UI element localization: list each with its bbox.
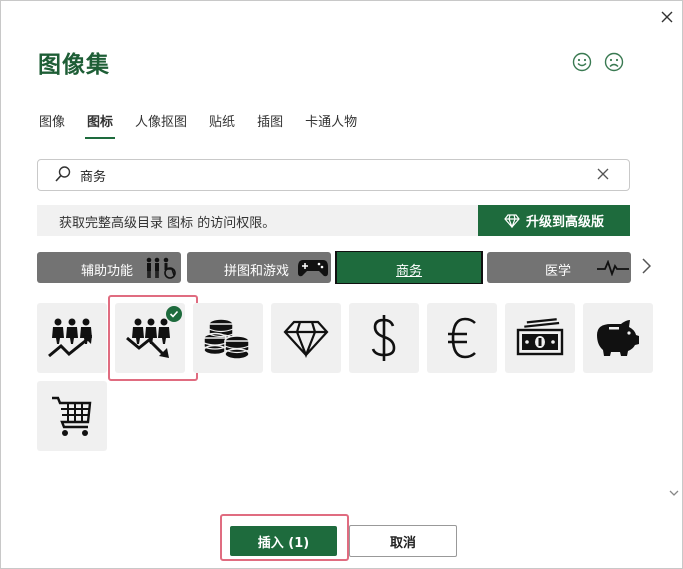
tab-cartoon-people[interactable]: 卡通人物 <box>303 109 359 139</box>
tab-illustrations[interactable]: 插图 <box>255 109 285 139</box>
upgrade-label: 升级到高级版 <box>525 215 604 230</box>
close-icon <box>661 11 673 23</box>
business-growth-icon[interactable] <box>37 303 107 373</box>
tab-images[interactable]: 图像 <box>37 109 67 139</box>
cancel-button[interactable]: 取消 <box>349 525 457 557</box>
upgrade-button[interactable]: 升级到高级版 <box>478 205 630 236</box>
premium-banner: 获取完整高级目录 图标 的访问权限。 升级到高级版 <box>37 205 630 236</box>
icon-collection-dialog: 图像集 图像 图标 人像抠图 贴纸 插图 卡通人物 获取完整高级目录 图标 的访… <box>0 0 683 569</box>
scroll-down-icon[interactable] <box>669 486 679 500</box>
shopping-cart-icon[interactable] <box>37 381 107 451</box>
category-carousel: 辅助功能 拼图和游戏 商务 医学 <box>37 251 631 284</box>
search-input[interactable] <box>78 164 582 186</box>
chevron-right-icon[interactable] <box>641 258 652 278</box>
category-label: 医学 <box>545 264 572 279</box>
coins-icon[interactable] <box>193 303 263 373</box>
insert-button[interactable]: 插入 (1) <box>230 526 337 556</box>
category-accessibility[interactable]: 辅助功能 <box>37 252 181 283</box>
accessibility-icon <box>145 257 179 283</box>
checkmark-icon <box>166 306 182 322</box>
tab-bar: 图像 图标 人像抠图 贴纸 插图 卡通人物 <box>37 109 377 139</box>
category-label: 拼图和游戏 <box>224 264 290 279</box>
business-decline-icon[interactable] <box>115 303 185 373</box>
category-business[interactable]: 商务 <box>335 251 483 284</box>
clear-icon[interactable] <box>596 166 610 185</box>
tab-icons[interactable]: 图标 <box>85 109 116 139</box>
frown-icon[interactable] <box>602 50 626 74</box>
search-box <box>37 159 630 191</box>
gamepad-icon <box>297 258 329 282</box>
close-button[interactable] <box>656 6 678 28</box>
category-puzzles-games[interactable]: 拼图和游戏 <box>187 252 331 283</box>
tab-cutout-people[interactable]: 人像抠图 <box>133 109 189 139</box>
search-icon <box>54 165 72 187</box>
money-icon[interactable] <box>505 303 575 373</box>
dialog-title: 图像集 <box>38 52 110 78</box>
heartbeat-icon <box>597 259 629 280</box>
tab-stickers[interactable]: 贴纸 <box>207 109 237 139</box>
diamond-icon <box>504 213 520 228</box>
smile-icon[interactable] <box>570 50 594 74</box>
category-label: 辅助功能 <box>81 264 134 279</box>
euro-icon[interactable] <box>427 303 497 373</box>
piggy-bank-icon[interactable] <box>583 303 653 373</box>
category-medical[interactable]: 医学 <box>487 252 631 283</box>
dollar-icon[interactable] <box>349 303 419 373</box>
category-label: 商务 <box>396 264 423 279</box>
premium-banner-text: 获取完整高级目录 图标 的访问权限。 <box>59 216 276 231</box>
diamond-icon[interactable] <box>271 303 341 373</box>
